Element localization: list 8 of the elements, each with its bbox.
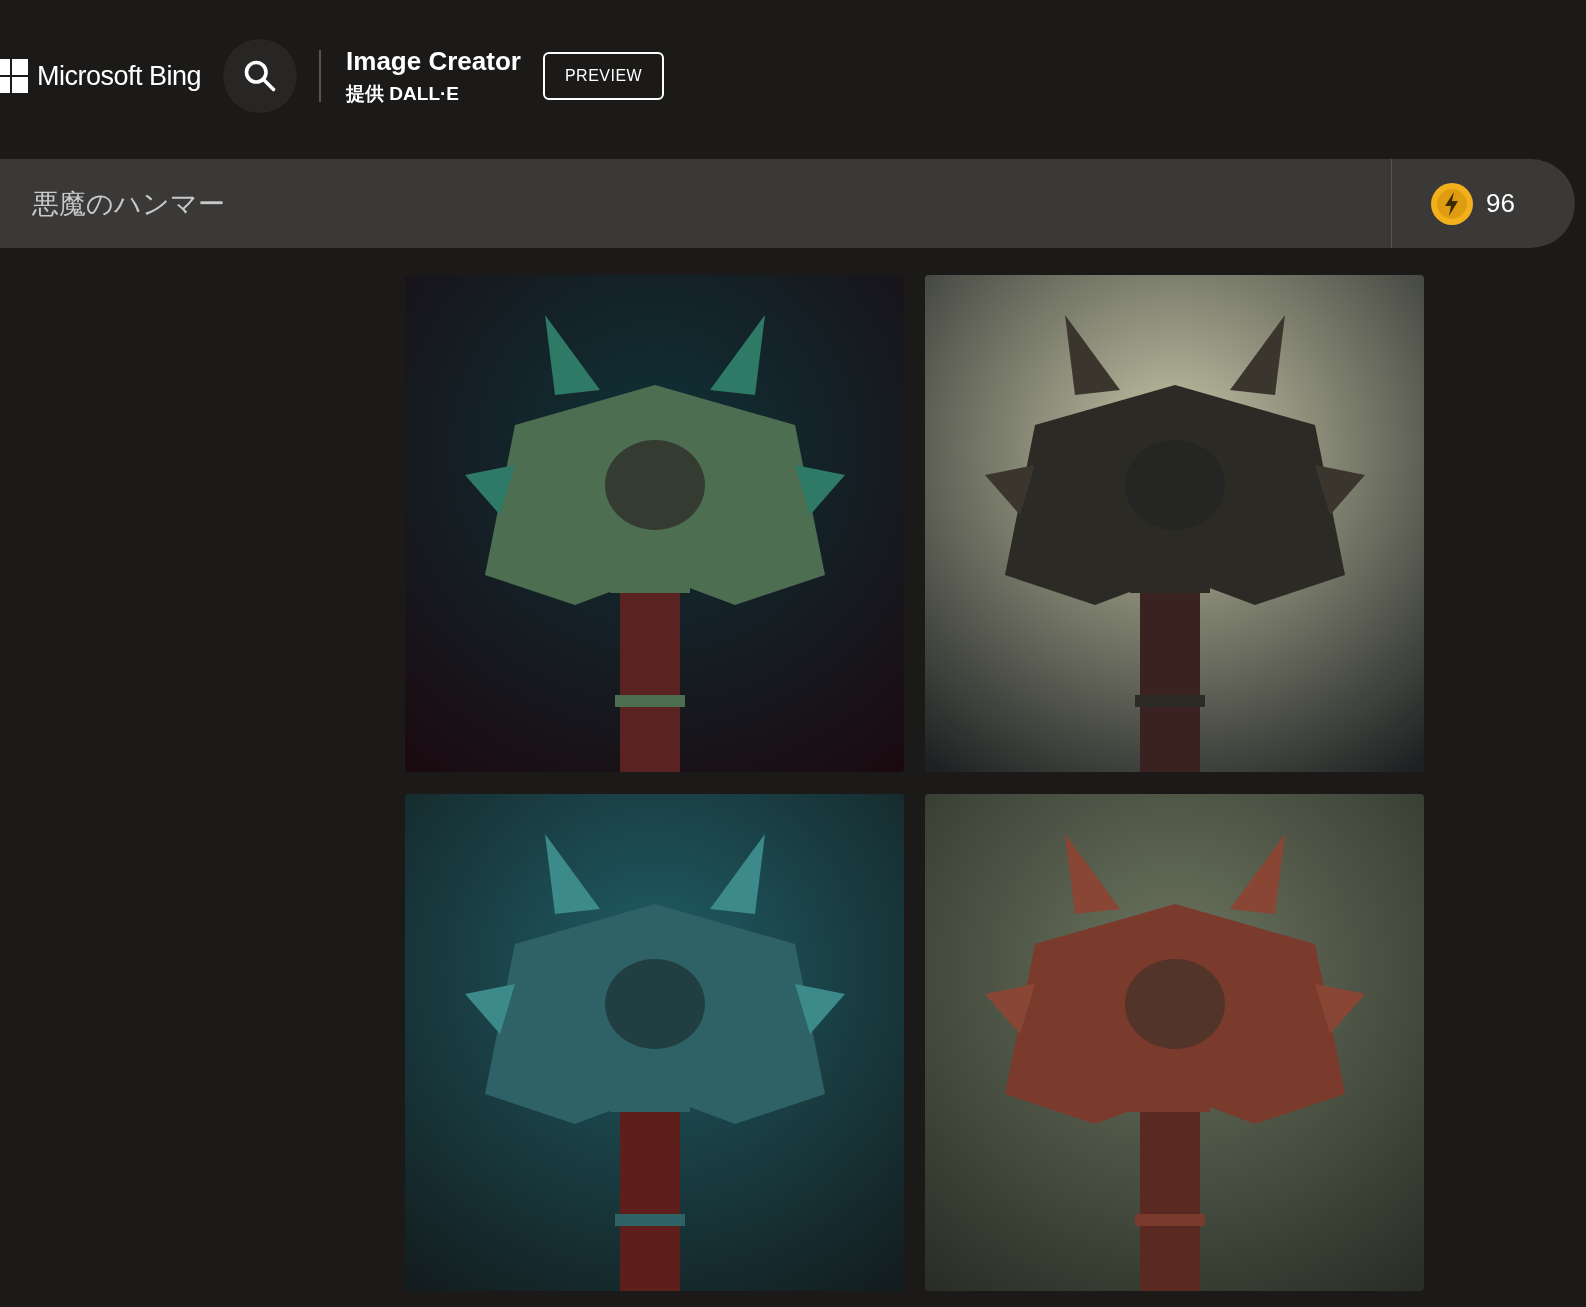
preview-badge: PREVIEW [542,52,665,100]
brand-name[interactable]: Microsoft Bing [37,60,202,92]
app-title: Image Creator [346,45,521,77]
prompt-field[interactable]: 悪魔のハンマー [0,159,1392,248]
app-subtitle: 提供 DALL·E [346,81,460,106]
coin-icon [1430,181,1475,226]
windows-logo-icon [0,59,28,93]
boost-count: 96 [1486,188,1515,219]
